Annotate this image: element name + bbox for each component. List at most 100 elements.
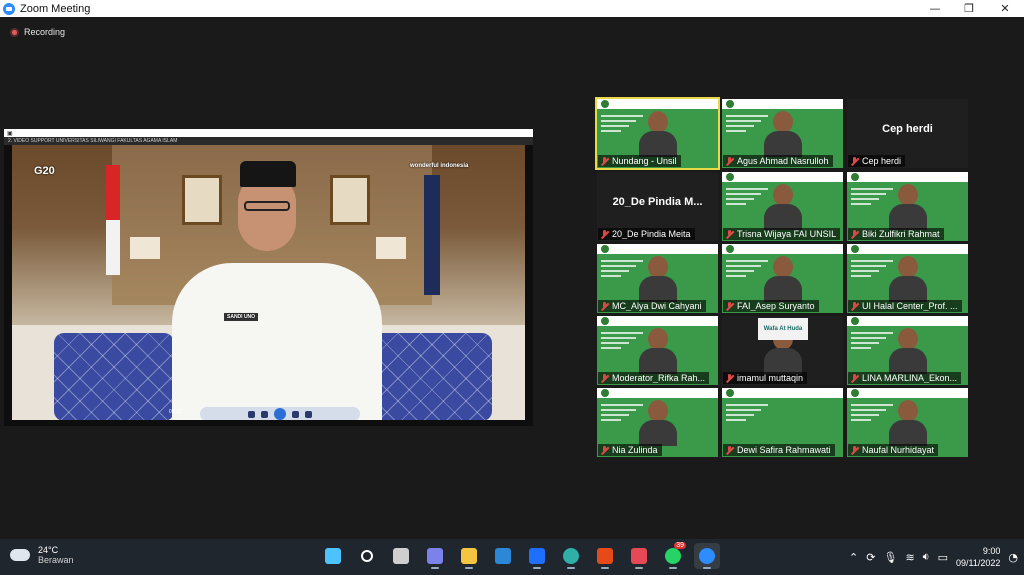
- office-icon[interactable]: [592, 543, 618, 569]
- speaker-cap: [240, 161, 296, 187]
- university-logo-icon: [851, 173, 859, 181]
- share-caption: 2. VIDEO SUPPORT UNIVERSITAS SILIWANGI F…: [4, 137, 533, 145]
- participant-tile[interactable]: Nundang - Unsil: [595, 97, 720, 170]
- slide-header: [847, 388, 968, 398]
- participant-name: Dewi Safira Rahmawati: [737, 445, 831, 455]
- task-view-icon[interactable]: [388, 543, 414, 569]
- participant-camera: [639, 400, 677, 446]
- share-window-bar: ▣: [4, 129, 533, 137]
- participant-name-label: Dewi Safira Rahmawati: [723, 444, 835, 456]
- participant-tile[interactable]: Cep herdi Cep herdi: [847, 99, 968, 168]
- volume-tray-icon[interactable]: 🔉︎: [923, 550, 930, 564]
- mail-icon[interactable]: [490, 543, 516, 569]
- participant-name: Moderator_Rifka Rah...: [612, 373, 706, 383]
- university-logo-icon: [601, 100, 609, 108]
- participant-camera: [639, 256, 677, 302]
- window-title: Zoom Meeting: [20, 2, 91, 15]
- recording-indicator[interactable]: Recording: [10, 27, 65, 37]
- notifications-icon[interactable]: ◔: [1008, 551, 1018, 564]
- slide-header: [597, 244, 718, 254]
- participant-tile[interactable]: Agus Ahmad Nasrulloh: [722, 99, 843, 168]
- whatsapp-icon[interactable]: 39: [660, 542, 686, 569]
- battery-icon[interactable]: ▭: [938, 551, 948, 564]
- participant-tile[interactable]: 20_De Pindia M... 20_De Pindia Meita: [597, 172, 718, 241]
- clock[interactable]: 9:00 09/11/2022: [956, 545, 1000, 569]
- participant-display-name: Cep herdi: [882, 123, 933, 135]
- participant-tile[interactable]: Naufal Nurhidayat: [847, 388, 968, 457]
- search-icon-glyph: [361, 550, 373, 562]
- participant-name-label: 20_De Pindia Meita: [598, 228, 695, 240]
- edge-icon[interactable]: [558, 543, 584, 569]
- slide-header: [847, 316, 968, 326]
- shared-video[interactable]: G20 wonderful indonesia SANDI UNO 00:12: [12, 145, 525, 420]
- university-logo-icon: [601, 245, 609, 253]
- wifi-icon[interactable]: ≋: [905, 551, 914, 564]
- taskbar-apps: 39: [320, 542, 720, 569]
- windows-start-icon[interactable]: [320, 543, 346, 569]
- snipping-tool-icon-glyph: [631, 548, 647, 564]
- participant-name: LINA MARLINA_Ekon...: [862, 373, 958, 383]
- participant-display-name: 20_De Pindia M...: [612, 196, 703, 208]
- zoom-app-icon: [3, 2, 15, 15]
- media-player-controls[interactable]: [200, 407, 360, 420]
- dropbox-icon[interactable]: [524, 543, 550, 569]
- speaker-body: [172, 263, 382, 420]
- speaker-nametag: SANDI UNO: [224, 313, 259, 321]
- stop-icon[interactable]: [248, 410, 255, 418]
- windows-start-icon-glyph: [325, 548, 341, 564]
- shared-screen[interactable]: ▣ 2. VIDEO SUPPORT UNIVERSITAS SILIWANGI…: [4, 129, 533, 426]
- weather-temp: 24°C: [38, 545, 59, 555]
- window-titlebar: Zoom Meeting — ❐ ✕: [0, 0, 1024, 17]
- participant-camera: [764, 256, 802, 302]
- participant-tile[interactable]: Moderator_Rifka Rah...: [597, 316, 718, 385]
- sync-icon[interactable]: ⟳: [866, 551, 875, 564]
- indonesia-flag: [106, 165, 120, 275]
- volume-icon[interactable]: [305, 410, 312, 418]
- participant-tile[interactable]: Trisna Wijaya FAI UNSIL: [722, 172, 843, 241]
- file-explorer-icon[interactable]: [456, 543, 482, 569]
- participant-tile[interactable]: UI Halal Center_Prof. ...: [847, 244, 968, 313]
- navy-flag: [424, 175, 440, 295]
- slide-text-lines: [726, 404, 786, 424]
- participant-name-label: Agus Ahmad Nasrulloh: [723, 155, 833, 167]
- whatsapp-icon-glyph: [665, 548, 681, 564]
- university-logo-icon: [601, 317, 609, 325]
- participant-tile[interactable]: FAI_Asep Suryanto: [722, 244, 843, 313]
- search-icon[interactable]: [354, 543, 380, 569]
- cloud-icon: [10, 549, 30, 561]
- forward-icon[interactable]: [292, 410, 299, 418]
- system-tray: ⌃ ⟳ 🎙︎ ≋ 🔉︎ ▭ 9:00 09/11/2022 ◔: [849, 545, 1018, 569]
- slide-header: [722, 172, 843, 182]
- participant-tile[interactable]: Nia Zulinda: [597, 388, 718, 457]
- participant-tile[interactable]: LINA MARLINA_Ekon...: [847, 316, 968, 385]
- participant-tile[interactable]: Wafa At Huda imamul muttaqin: [722, 316, 843, 385]
- participant-tile[interactable]: MC_Alya Dwi Cahyani: [597, 244, 718, 313]
- task-view-icon-glyph: [393, 548, 409, 564]
- maximize-button[interactable]: ❐: [952, 0, 986, 17]
- pause-icon[interactable]: [274, 408, 286, 420]
- lamp-right: [376, 237, 406, 259]
- microphone-icon[interactable]: 🎙︎: [883, 551, 897, 564]
- participant-name: Cep herdi: [862, 156, 902, 166]
- chevron-up-icon[interactable]: ⌃: [849, 551, 858, 564]
- close-button[interactable]: ✕: [988, 0, 1022, 17]
- university-logo-icon: [726, 100, 734, 108]
- participant-tile[interactable]: Biki Zulfikri Rahmat: [847, 172, 968, 241]
- weather-widget[interactable]: 24°C Berawan: [10, 545, 74, 565]
- notification-badge: 39: [674, 542, 686, 549]
- university-logo-icon: [726, 245, 734, 253]
- participant-name: UI Halal Center_Prof. ...: [862, 301, 958, 311]
- participant-name-label: Nia Zulinda: [598, 444, 662, 456]
- participant-name-label: Biki Zulfikri Rahmat: [848, 228, 944, 240]
- teams-chat-icon[interactable]: [422, 543, 448, 569]
- snipping-tool-icon[interactable]: [626, 543, 652, 569]
- participant-tile[interactable]: Dewi Safira Rahmawati: [722, 388, 843, 457]
- participant-name: Trisna Wijaya FAI UNSIL: [737, 229, 837, 239]
- zoom-icon[interactable]: [694, 543, 720, 569]
- rewind-icon[interactable]: [261, 410, 268, 418]
- university-logo-icon: [851, 317, 859, 325]
- participant-camera: [889, 256, 927, 302]
- minimize-button[interactable]: —: [918, 0, 952, 17]
- video-timecode: 00:12: [169, 409, 182, 415]
- weather-desc: Berawan: [38, 555, 74, 565]
